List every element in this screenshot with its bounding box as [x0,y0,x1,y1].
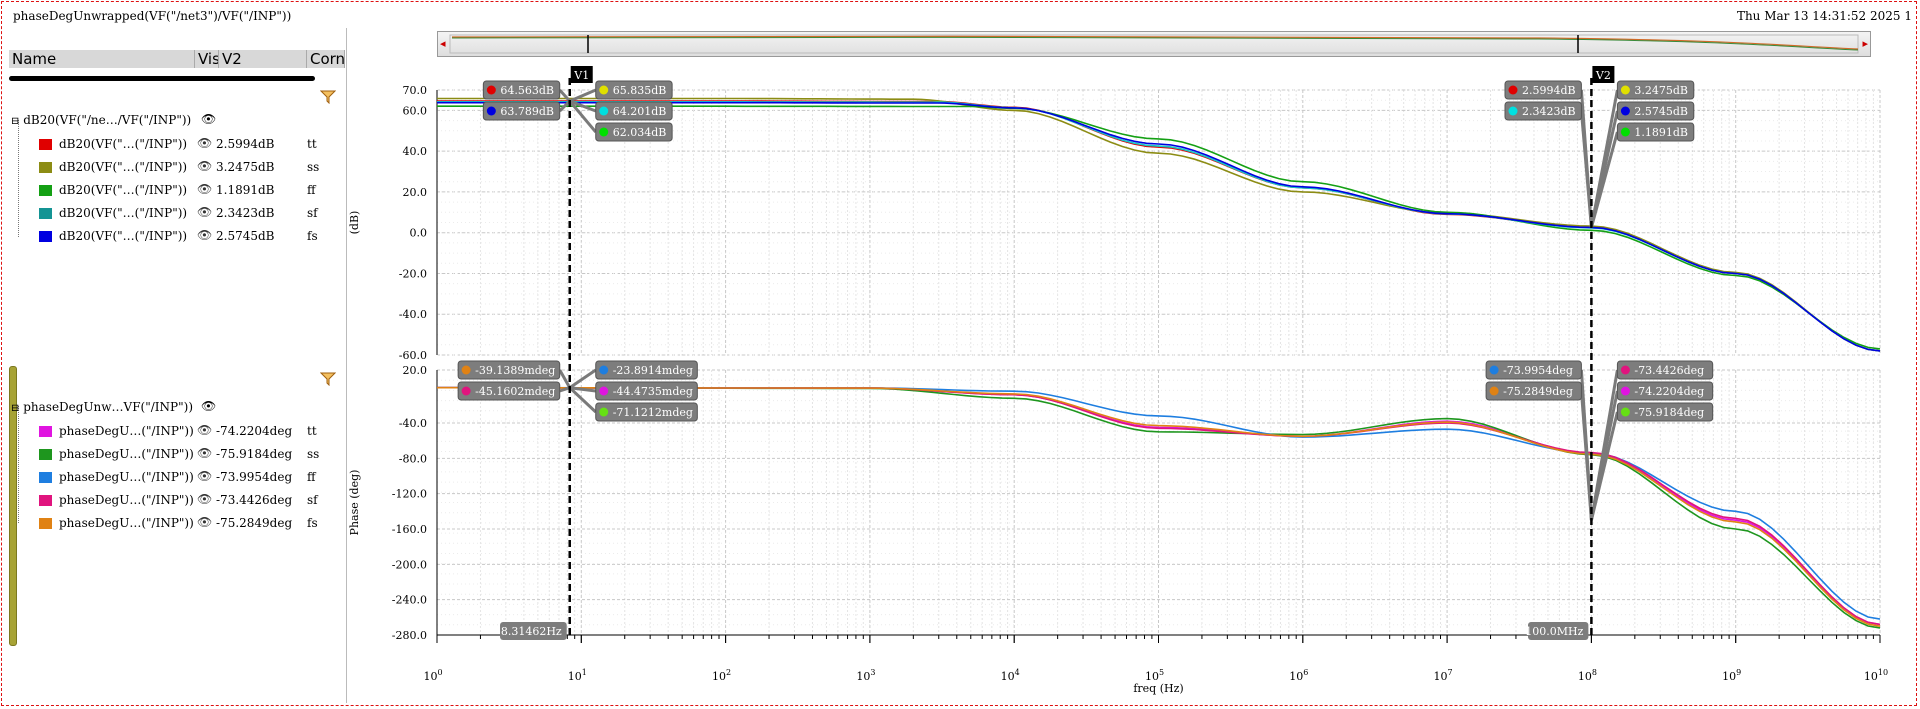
marker-dot [599,386,609,396]
marker-leader [568,368,597,389]
x-tick-label: 109 [1722,668,1741,683]
marker-leader [1589,411,1619,521]
y-tick-label: -80.0 [399,452,427,465]
y-tick-label: -280.0 [392,629,427,642]
marker-value: 3.2475dB [1634,84,1688,97]
marker-dot [461,386,471,396]
y-axis-label: Phase (deg) [348,470,361,536]
marker-value: -71.1212mdeg [613,406,693,419]
marker-value: 2.5994dB [1522,84,1576,97]
marker-dot [599,127,609,137]
marker-value: 64.201dB [613,105,667,118]
cursor-name: V1 [573,69,589,82]
y-tick-label: 20.0 [403,186,428,199]
marker-dot [1620,386,1630,396]
marker-leader [558,369,572,389]
marker-value: -74.2204deg [1634,385,1704,398]
marker-dot [599,85,609,95]
marker-value: -39.1389mdeg [475,364,555,377]
marker-leader [1589,131,1619,228]
y-tick-label: -40.0 [399,417,427,430]
x-tick-label: 1010 [1864,668,1888,683]
bode-plot[interactable]: 70.0 60.0 40.0 20.0 0.0 -20.0 -40.0 -60.0 (dB) 64… [0,0,1920,709]
marker-dot [1620,127,1630,137]
marker-value: -73.4426deg [1634,364,1704,377]
x-tick-label: 104 [1001,668,1020,683]
marker-dot [1489,386,1499,396]
marker-leader [1579,110,1593,228]
marker-dot [1620,365,1630,375]
x-tick-label: 108 [1578,668,1597,683]
x-tick-label: 100 [423,668,442,683]
marker-value: 62.034dB [613,126,667,139]
marker-value: -75.2849deg [1503,385,1573,398]
marker-dot [1620,85,1630,95]
cursor-name: V2 [1595,69,1611,82]
marker-value: 64.563dB [500,84,554,97]
marker-dot [599,365,609,375]
y-axis-label: (dB) [348,211,361,235]
marker-value: -45.1602mdeg [475,385,555,398]
y-tick-label: -60.0 [399,349,427,362]
marker-value: -75.9184deg [1634,406,1704,419]
marker-dot [461,365,471,375]
marker-value: 63.789dB [500,105,554,118]
marker-dot [599,106,609,116]
marker-leader [558,88,571,103]
x-tick-label: 103 [856,668,875,683]
x-tick-label: 106 [1289,668,1308,683]
y-tick-label: -240.0 [392,594,427,607]
marker-value: 65.835dB [613,84,667,97]
marker-dot [599,407,609,417]
x-axis-label: freq (Hz) [1133,682,1183,695]
y-tick-label: 0.0 [410,227,428,240]
y-tick-label: 70.0 [403,84,428,97]
x-tick-label: 107 [1434,668,1453,683]
y-tick-label: -40.0 [399,308,427,321]
marker-dot [1620,106,1630,116]
marker-dot [486,106,496,116]
marker-dot [1620,407,1630,417]
y-tick-label: 20.0 [403,364,428,377]
y-tick-label: -200.0 [392,558,427,571]
marker-value: -23.8914mdeg [613,364,693,377]
marker-leader [569,88,597,103]
marker-value: 2.3423dB [1522,105,1576,118]
y-tick-label: -160.0 [392,523,427,536]
x-tick-label: 102 [712,668,731,683]
marker-value: 1.1891dB [1634,126,1688,139]
y-tick-label: 60.0 [403,104,428,117]
y-tick-label: 40.0 [403,145,428,158]
cursor-freq-label: 8.31462Hz [501,625,562,638]
y-tick-label: -20.0 [399,267,427,280]
cursor-freq-label: 100.0MHz [1525,625,1583,638]
y-tick-label: -120.0 [392,488,427,501]
marker-dot [1508,106,1518,116]
marker-value: 2.5745dB [1634,105,1688,118]
marker-dot [486,85,496,95]
marker-dot [1508,85,1518,95]
marker-dot [1489,365,1499,375]
marker-value: -73.9954deg [1503,364,1573,377]
x-tick-label: 105 [1145,668,1164,683]
marker-value: -44.4735mdeg [613,385,693,398]
x-tick-label: 101 [568,668,587,683]
